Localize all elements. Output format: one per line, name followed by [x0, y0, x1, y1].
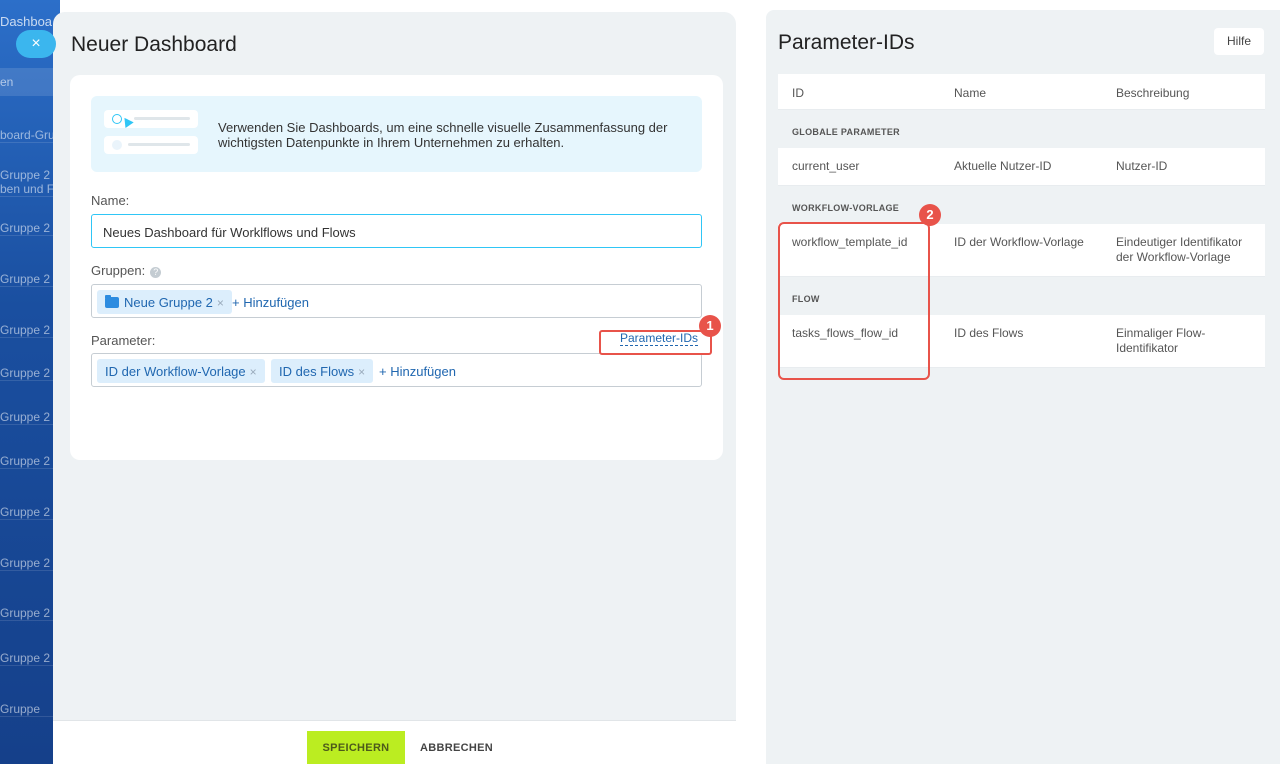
save-button[interactable]: SPEICHERN: [307, 731, 405, 764]
param-description: Eindeutiger Identifikator der Workflow-V…: [1116, 235, 1243, 264]
background-row: Gruppe 2 ben und F: [0, 168, 60, 197]
groups-label: Gruppen:?: [91, 263, 162, 278]
column-header-description: Beschreibung: [1116, 86, 1190, 100]
annotation-highlight-2: [778, 222, 930, 380]
param-description: Einmaliger Flow-Identifikator: [1116, 326, 1206, 355]
background-row: Gruppe 2: [0, 366, 60, 381]
background-row: Gruppe: [0, 702, 60, 717]
param-name: Aktuelle Nutzer-ID: [954, 159, 1052, 173]
groups-field[interactable]: Neue Gruppe 2 × + Hinzufügen: [91, 284, 702, 318]
background-row: Gruppe 2: [0, 651, 60, 666]
table-header: ID Name Beschreibung: [778, 74, 1265, 110]
parameter-ids-slider: Parameter-IDs Hilfe ID Name Beschreibung…: [766, 10, 1280, 764]
parameter-ids-title: Parameter-IDs: [778, 31, 915, 54]
background-app-title: Dashboa: [0, 14, 53, 29]
slider-title: Neuer Dashboard: [71, 33, 237, 56]
dashboard-illustration-icon: [104, 110, 198, 158]
name-field[interactable]: Neues Dashboard für Worklflows und Flows: [91, 214, 702, 248]
column-header-name: Name: [954, 86, 987, 100]
add-group-link[interactable]: + Hinzufügen: [232, 295, 309, 310]
name-label: Name:: [91, 193, 130, 208]
annotation-highlight-1: [599, 330, 712, 355]
background-row: Gruppe 2: [0, 606, 60, 621]
close-slider-button[interactable]: ×: [16, 30, 56, 58]
dashboard-form: Verwenden Sie Dashboards, um eine schnel…: [70, 75, 723, 460]
annotation-badge-2: 2: [919, 204, 941, 226]
parameter-tag: ID des Flows ×: [271, 359, 374, 383]
help-icon[interactable]: ?: [150, 267, 162, 278]
parameters-label: Parameter:: [91, 333, 156, 348]
section-title: WORKFLOW-VORLAGE: [792, 203, 900, 213]
param-name: ID der Workflow-Vorlage: [954, 235, 1084, 249]
table-row: current_user Aktuelle Nutzer-ID Nutzer-I…: [778, 148, 1265, 186]
info-hint: Verwenden Sie Dashboards, um eine schnel…: [91, 96, 702, 172]
add-parameter-link[interactable]: + Hinzufügen: [379, 364, 456, 379]
background-row: Gruppe 2: [0, 221, 60, 236]
annotation-badge-1: 1: [699, 315, 721, 337]
group-tag: Neue Gruppe 2 ×: [97, 290, 232, 314]
background-search: en: [0, 68, 60, 96]
background-row: Gruppe 2: [0, 410, 60, 425]
column-header-id: ID: [792, 86, 804, 100]
name-value: Neues Dashboard für Worklflows und Flows: [103, 225, 356, 240]
new-dashboard-slider: Neuer Dashboard Verwenden Sie Dashboards…: [53, 12, 736, 764]
background-row: Gruppe 2: [0, 556, 60, 571]
parameter-tag-label: ID der Workflow-Vorlage: [105, 364, 246, 379]
folder-icon: [105, 295, 119, 308]
param-id: current_user: [792, 159, 860, 173]
group-tag-label: Neue Gruppe 2: [124, 295, 213, 310]
slider-footer: SPEICHERN ABBRECHEN: [53, 720, 736, 764]
parameters-field[interactable]: ID der Workflow-Vorlage × ID des Flows × +…: [91, 353, 702, 387]
remove-tag-icon[interactable]: ×: [217, 296, 224, 310]
section-header: WORKFLOW-VORLAGE: [778, 186, 1265, 224]
parameter-tag: ID der Workflow-Vorlage ×: [97, 359, 265, 383]
background-row: Gruppe 2: [0, 505, 60, 520]
remove-tag-icon[interactable]: ×: [358, 365, 365, 379]
panel-gap: [736, 0, 766, 764]
cancel-button[interactable]: ABBRECHEN: [420, 731, 493, 764]
parameter-tag-label: ID des Flows: [279, 364, 355, 379]
remove-tag-icon[interactable]: ×: [250, 365, 257, 379]
section-header: GLOBALE PARAMETER: [778, 110, 1265, 148]
close-icon: ×: [31, 35, 41, 52]
hint-text: Verwenden Sie Dashboards, um eine schnel…: [218, 120, 668, 150]
background-row: Gruppe 2: [0, 272, 60, 287]
background-app: Dashboa en board-Gru Gruppe 2 ben und F …: [0, 0, 60, 764]
background-row: Gruppe 2: [0, 323, 60, 338]
param-description: Nutzer-ID: [1116, 159, 1168, 173]
background-row: board-Gru: [0, 128, 60, 143]
param-name: ID des Flows: [954, 326, 1024, 340]
help-button[interactable]: Hilfe: [1214, 28, 1264, 55]
background-row: Gruppe 2: [0, 454, 60, 469]
section-title: GLOBALE PARAMETER: [792, 127, 900, 137]
